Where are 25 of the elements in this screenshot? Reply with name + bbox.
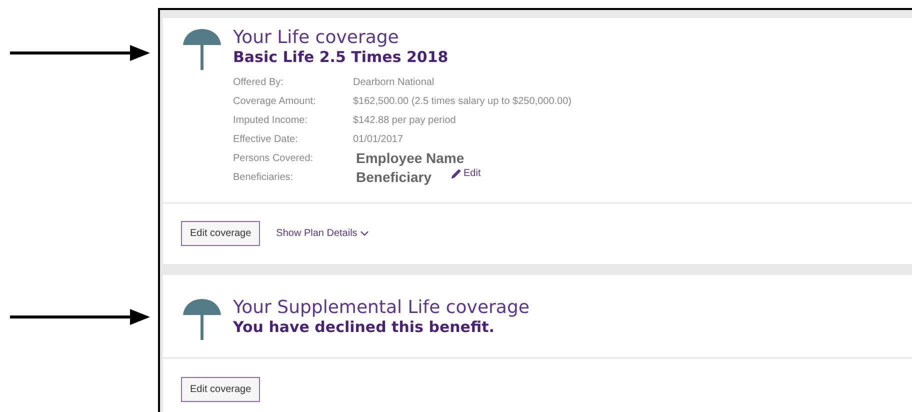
- detail-value: Dearborn National: [353, 76, 434, 90]
- pencil-icon: [451, 168, 462, 178]
- coverage-subtitle: Basic Life 2.5 Times 2018: [233, 48, 450, 67]
- arrow-icon: [10, 307, 150, 327]
- detail-value: $162,500.00 (2.5 times salary up to $250,000.00): [353, 95, 572, 109]
- show-plan-details-link[interactable]: Show Plan Details: [276, 227, 372, 240]
- detail-label: Effective Date:: [233, 133, 299, 147]
- detail-value: $142.88 per pay period: [353, 114, 456, 128]
- umbrella-icon: [183, 298, 221, 340]
- arrow-icon: [10, 43, 150, 63]
- detail-value: 01/01/2017: [353, 133, 404, 147]
- coverage-title: Your Life coverage: [233, 28, 400, 48]
- edit-coverage-button[interactable]: Edit coverage: [181, 377, 260, 402]
- umbrella-icon: [183, 28, 221, 70]
- detail-label: Persons Covered:: [233, 152, 314, 166]
- edit-link[interactable]: Edit: [451, 168, 481, 179]
- coverage-subtitle: You have declined this benefit.: [233, 318, 496, 337]
- detail-label: Coverage Amount:: [233, 95, 317, 109]
- detail-label: Imputed Income:: [233, 114, 308, 128]
- detail-label: Beneficiaries:: [233, 171, 294, 185]
- coverage-title: Your Supplemental Life coverage: [233, 298, 530, 318]
- detail-value: Beneficiary: [355, 168, 432, 187]
- edit-coverage-button[interactable]: Edit coverage: [181, 221, 260, 246]
- detail-value: Employee Name: [355, 149, 464, 168]
- detail-label: Offered By:: [233, 76, 284, 90]
